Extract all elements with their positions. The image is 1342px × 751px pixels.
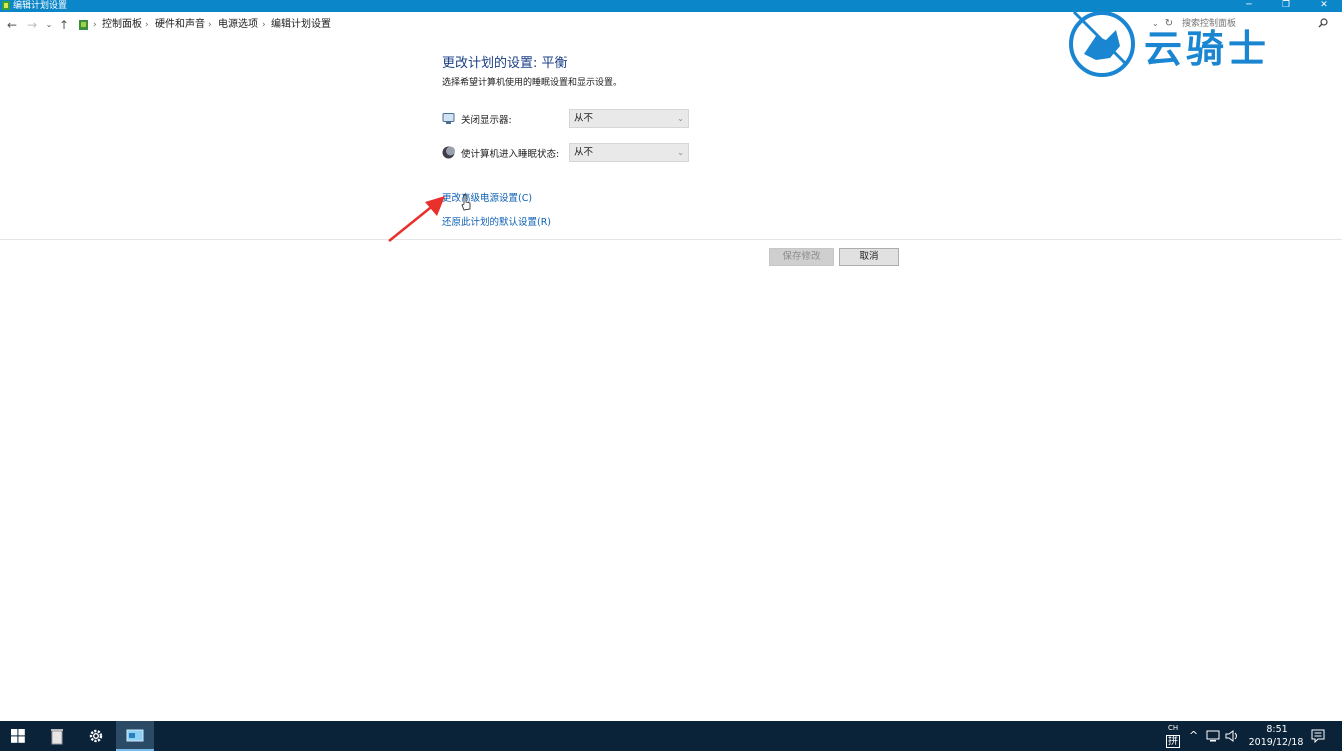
window-title: 编辑计划设置 [13, 1, 68, 11]
breadcrumb-power-options[interactable]: 电源选项 [218, 12, 258, 38]
turn-off-display-select[interactable]: 从不 ⌄ [569, 109, 689, 128]
start-button[interactable] [0, 721, 38, 751]
sleep-select[interactable]: 从不 ⌄ [569, 143, 689, 162]
breadcrumb-separator: › [262, 20, 266, 30]
network-icon[interactable] [1206, 730, 1220, 742]
turn-off-display-label: 关闭显示器: [461, 115, 512, 126]
chevron-up-icon[interactable]: ^ [1189, 729, 1198, 742]
breadcrumb-edit-plan[interactable]: 编辑计划设置 [271, 12, 331, 38]
forward-arrow-icon[interactable]: → [24, 16, 40, 34]
main-content: 更改计划的设置: 平衡 选择希望计算机使用的睡眠设置和显示设置。 关闭显示器: … [0, 38, 1342, 721]
knight-logo-icon [1069, 10, 1135, 77]
recycle-bin-icon [51, 729, 63, 745]
up-arrow-icon[interactable]: ↑ [56, 16, 72, 34]
breadcrumb-control-panel[interactable]: 控制面板 [102, 12, 142, 38]
taskbar-control-panel[interactable] [116, 721, 154, 751]
control-panel-icon [126, 729, 144, 742]
recent-dropdown-icon[interactable]: ⌄ [41, 16, 57, 34]
moon-icon [442, 146, 455, 159]
clock-time[interactable]: 8:51 [1257, 724, 1297, 735]
sleep-label: 使计算机进入睡眠状态: [461, 149, 560, 160]
breadcrumb-hardware-sound[interactable]: 硬件和声音 [155, 12, 205, 38]
turn-off-display-value: 从不 [574, 113, 594, 124]
back-arrow-icon[interactable]: ← [4, 16, 20, 34]
control-panel-icon [2, 1, 10, 10]
windows-icon [11, 729, 25, 743]
watermark-logo: 云骑士 [1066, 6, 1316, 78]
breadcrumb-separator: › [208, 20, 212, 30]
advanced-power-settings-link[interactable]: 更改高级电源设置(C) [442, 190, 532, 204]
taskbar-recycle-bin[interactable] [38, 721, 76, 751]
cancel-button[interactable]: 取消 [839, 248, 899, 266]
sleep-value: 从不 [574, 147, 594, 158]
hand-cursor-icon [461, 194, 471, 211]
save-button[interactable]: 保存修改 [769, 248, 834, 266]
control-panel-icon [79, 20, 88, 30]
chevron-down-icon: ⌄ [677, 114, 684, 123]
taskbar-settings[interactable] [77, 721, 115, 751]
divider [0, 239, 1342, 240]
volume-icon[interactable] [1225, 730, 1239, 742]
restore-defaults-link[interactable]: 还原此计划的默认设置(R) [442, 214, 551, 228]
clock-date[interactable]: 2019/12/18 [1243, 737, 1309, 748]
chevron-down-icon: ⌄ [677, 148, 684, 157]
input-lang-code[interactable]: CH [1168, 724, 1178, 732]
notification-icon[interactable] [1311, 729, 1325, 743]
breadcrumb-separator: › [93, 20, 97, 30]
input-method-indicator[interactable]: 拼 [1166, 735, 1180, 748]
gear-icon [89, 729, 103, 743]
watermark-text: 云骑士 [1144, 27, 1271, 71]
search-icon[interactable] [1318, 18, 1328, 28]
taskbar: CH 拼 ^ 8:51 2019/12/18 [0, 721, 1342, 751]
breadcrumb-separator: › [145, 20, 149, 30]
monitor-icon [442, 113, 455, 124]
page-subtitle: 选择希望计算机使用的睡眠设置和显示设置。 [442, 78, 623, 88]
annotation-arrow-icon [388, 196, 445, 242]
page-title: 更改计划的设置: 平衡 [442, 56, 568, 71]
